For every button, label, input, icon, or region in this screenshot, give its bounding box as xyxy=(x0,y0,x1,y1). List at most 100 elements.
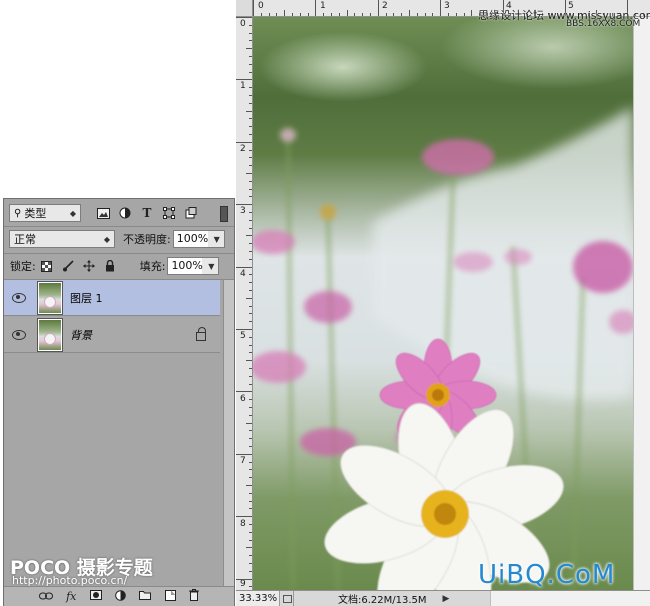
lock-transparent-pixels-icon[interactable] xyxy=(39,258,55,274)
ruler-tick xyxy=(249,375,252,377)
ruler-tick xyxy=(370,13,371,16)
ruler-tick xyxy=(249,438,252,440)
ruler-tick xyxy=(236,391,252,393)
filter-type-dropdown[interactable]: ⚲ 类型 ◆ xyxy=(9,204,81,222)
ruler-tick xyxy=(249,508,252,510)
layer-name[interactable]: 背景 xyxy=(70,327,92,343)
mask-icon[interactable] xyxy=(89,590,102,603)
opacity-field[interactable]: 100% ▼ xyxy=(172,230,225,248)
ruler-tick xyxy=(246,235,252,237)
chevron-down-icon: ▼ xyxy=(213,234,220,244)
ruler-label: 8 xyxy=(240,519,246,529)
vertical-ruler[interactable]: 0 1 2 3 4 5 6 7 8 9 xyxy=(236,17,253,590)
ruler-tick xyxy=(249,313,252,315)
eye-visibility-icon[interactable] xyxy=(12,329,26,340)
group-folder-icon[interactable] xyxy=(139,590,152,603)
ruler-tick xyxy=(331,13,332,16)
shape-filter-icon[interactable] xyxy=(161,205,177,221)
ruler-tick xyxy=(315,0,317,16)
layer-row[interactable]: 背景 xyxy=(4,317,220,353)
fill-field[interactable]: 100% ▼ xyxy=(167,257,220,275)
ruler-tick xyxy=(249,251,252,252)
ruler-tick xyxy=(249,531,252,533)
image-filter-icon[interactable] xyxy=(95,205,111,221)
ruler-tick xyxy=(385,13,387,16)
ruler-tick xyxy=(249,469,252,471)
ruler-tick xyxy=(354,13,356,16)
ruler-tick xyxy=(249,134,252,135)
ruler-origin[interactable] xyxy=(236,0,253,17)
lock-label: 锁定: xyxy=(10,260,36,273)
new-layer-icon[interactable] xyxy=(164,589,176,604)
ruler-label: 2 xyxy=(240,144,246,154)
ruler-tick xyxy=(249,180,252,182)
ruler-tick xyxy=(249,555,252,557)
trash-icon[interactable] xyxy=(189,589,200,604)
watermark-url: BBS.16XX8.COM xyxy=(566,19,641,29)
ruler-tick xyxy=(246,547,252,549)
ruler-tick xyxy=(249,95,252,96)
ruler-tick xyxy=(346,10,348,16)
eye-visibility-icon[interactable] xyxy=(12,292,26,303)
link-icon[interactable] xyxy=(38,590,53,603)
filter-toggle-switch[interactable] xyxy=(220,206,228,222)
watermark-poco-url: http://photo.poco.cn/ xyxy=(12,574,128,587)
ruler-tick xyxy=(268,13,270,16)
layer-row[interactable]: 图层 1 xyxy=(4,280,220,316)
zoom-level-field[interactable]: 33.33% xyxy=(236,591,280,606)
ruler-tick xyxy=(249,40,252,42)
ruler-tick xyxy=(249,157,252,159)
ruler-tick xyxy=(276,13,278,16)
status-info-button[interactable] xyxy=(280,591,294,606)
ruler-tick xyxy=(409,10,410,16)
ruler-tick xyxy=(463,13,465,16)
ruler-label: 3 xyxy=(240,206,246,216)
ruler-tick xyxy=(292,13,293,16)
layer-name[interactable]: 图层 1 xyxy=(70,290,103,306)
adjustment-icon[interactable] xyxy=(115,589,126,604)
layer-list: 图层 1 背景 xyxy=(4,280,222,586)
lock-image-pixels-brush-icon[interactable] xyxy=(60,258,76,274)
ruler-tick xyxy=(246,173,252,174)
fill-label: 填充: xyxy=(139,260,166,273)
ruler-tick xyxy=(236,79,252,81)
ruler-tick xyxy=(440,0,442,16)
lock-position-move-icon[interactable] xyxy=(81,258,97,274)
ruler-tick xyxy=(249,274,252,276)
ruler-tick xyxy=(249,290,252,291)
ruler-tick xyxy=(455,13,457,16)
smart-object-filter-icon[interactable] xyxy=(183,205,199,221)
ruler-tick xyxy=(236,578,252,580)
ruler-tick xyxy=(249,446,252,447)
watermark-uibq: UiBQ.CoM xyxy=(478,560,616,590)
ruler-tick xyxy=(236,516,252,518)
ruler-tick xyxy=(249,71,252,73)
ruler-label: 0 xyxy=(240,19,246,29)
document-canvas[interactable] xyxy=(253,17,633,590)
panel-scrollbar[interactable] xyxy=(223,280,234,586)
horizontal-scrollbar[interactable] xyxy=(490,591,650,606)
ruler-label: 0 xyxy=(258,1,264,11)
chevron-down-icon: ▼ xyxy=(208,261,215,271)
blend-mode-value: 正常 xyxy=(14,233,36,246)
lock-all-icon[interactable] xyxy=(102,258,118,274)
ruler-tick xyxy=(236,204,252,206)
ruler-tick xyxy=(246,297,252,299)
ruler-tick xyxy=(284,10,286,16)
adjustment-filter-icon[interactable] xyxy=(117,205,133,221)
filter-type-value: 类型 xyxy=(24,207,47,220)
blend-mode-dropdown[interactable]: 正常 ◆ xyxy=(9,230,115,248)
ruler-tick xyxy=(249,126,252,128)
ruler-tick xyxy=(249,63,252,65)
ruler-tick xyxy=(249,32,252,34)
ruler-label: 1 xyxy=(240,81,246,91)
document-size-readout: 文档:6.22M/13.5M xyxy=(338,595,427,606)
ruler-tick xyxy=(246,422,252,424)
fx-icon[interactable]: fx xyxy=(66,590,76,603)
ruler-tick xyxy=(448,13,449,16)
type-filter-icon[interactable]: T xyxy=(139,205,155,221)
ruler-label: 2 xyxy=(382,1,388,11)
chevron-right-icon[interactable]: ▶ xyxy=(443,594,450,604)
vertical-scrollbar[interactable] xyxy=(633,17,650,590)
ruler-tick xyxy=(249,258,252,260)
